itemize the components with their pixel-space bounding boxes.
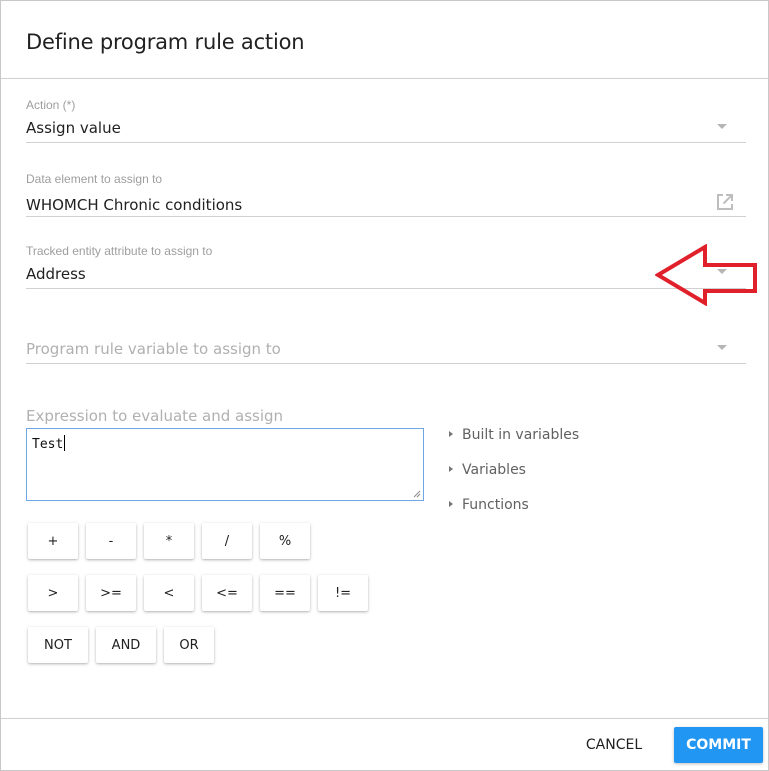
built-in-variables-link[interactable]: Built in variables — [449, 427, 579, 443]
built-in-variables-label: Built in variables — [462, 427, 580, 443]
open-external-icon[interactable] — [715, 192, 735, 212]
program-rule-variable-placeholder: Program rule variable to assign to — [26, 340, 281, 358]
functions-link[interactable]: Functions — [449, 497, 529, 513]
tracked-entity-label: Tracked entity attribute to assign to — [26, 244, 213, 258]
operator-multiply-button[interactable]: * — [144, 523, 194, 559]
action-underline — [26, 142, 746, 143]
expression-value: Test — [32, 437, 64, 452]
tracked-entity-underline — [26, 288, 746, 289]
caret-right-icon — [449, 501, 453, 507]
operator-minus-button[interactable]: - — [86, 523, 136, 559]
functions-label: Functions — [462, 497, 529, 513]
action-value: Assign value — [26, 119, 121, 137]
data-element-field[interactable]: Data element to assign to WHOMCH Chronic… — [26, 171, 746, 219]
data-element-underline — [26, 216, 746, 217]
header-divider — [1, 78, 768, 79]
variables-label: Variables — [462, 462, 526, 478]
operator-or-button[interactable]: OR — [164, 627, 214, 663]
operator-greater-equal-button[interactable]: >= — [86, 575, 136, 611]
caret-right-icon — [449, 466, 453, 472]
resize-handle-icon[interactable] — [413, 490, 421, 498]
expression-textarea[interactable]: Test — [26, 428, 424, 501]
program-rule-variable-select[interactable]: Program rule variable to assign to — [26, 331, 746, 365]
operator-not-equal-button[interactable]: != — [318, 575, 368, 611]
caret-right-icon — [449, 431, 453, 437]
tracked-entity-select[interactable]: Tracked entity attribute to assign to Ad… — [26, 243, 746, 291]
dialog-title: Define program rule action — [26, 30, 305, 54]
commit-button[interactable]: COMMIT — [674, 727, 763, 763]
operator-equal-button[interactable]: == — [260, 575, 310, 611]
operator-divide-button[interactable]: / — [202, 523, 252, 559]
operator-greater-button[interactable]: > — [28, 575, 78, 611]
operator-and-button[interactable]: AND — [96, 627, 156, 663]
program-rule-action-dialog: Define program rule action Action (*) As… — [0, 0, 769, 771]
tracked-entity-value: Address — [26, 265, 86, 283]
annotation-arrow-icon — [655, 244, 757, 306]
variables-link[interactable]: Variables — [449, 462, 526, 478]
program-rule-variable-underline — [26, 363, 746, 364]
operator-less-equal-button[interactable]: <= — [202, 575, 252, 611]
footer-divider — [1, 718, 768, 719]
action-label: Action (*) — [26, 98, 76, 112]
data-element-value: WHOMCH Chronic conditions — [26, 196, 243, 214]
chevron-down-icon[interactable] — [717, 345, 727, 350]
operator-less-button[interactable]: < — [144, 575, 194, 611]
data-element-label: Data element to assign to — [26, 172, 163, 186]
action-select[interactable]: Action (*) Assign value — [26, 97, 746, 145]
operator-modulo-button[interactable]: % — [260, 523, 310, 559]
operator-plus-button[interactable]: + — [28, 523, 78, 559]
chevron-down-icon[interactable] — [717, 124, 727, 129]
cancel-button[interactable]: CANCEL — [575, 727, 653, 763]
text-cursor — [64, 435, 66, 451]
expression-label: Expression to evaluate and assign — [26, 407, 284, 425]
operator-not-button[interactable]: NOT — [28, 627, 88, 663]
